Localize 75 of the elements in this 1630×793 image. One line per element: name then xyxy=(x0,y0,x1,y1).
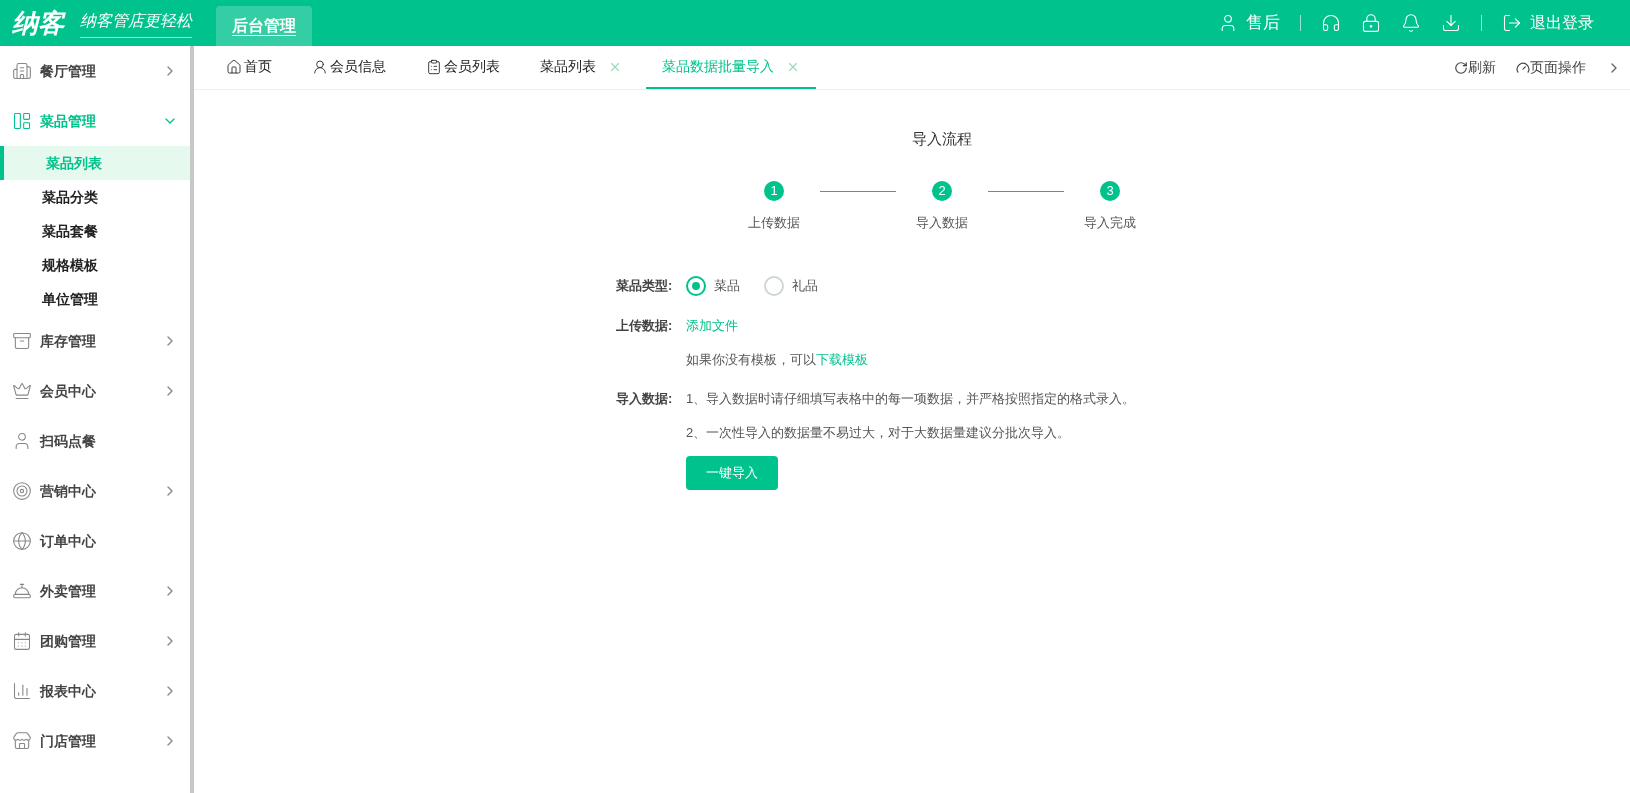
slogan: 纳客管店更轻松 xyxy=(80,8,192,38)
calendar-icon xyxy=(12,631,32,651)
sidebar-item[interactable]: 团购管理 xyxy=(0,616,190,666)
sidebar-item-label: 订单中心 xyxy=(40,531,96,551)
download-icon[interactable] xyxy=(1441,13,1461,33)
page-tab[interactable]: 会员信息 xyxy=(296,46,402,89)
sidebar-subitem[interactable]: 规格模板 xyxy=(0,248,190,282)
page-tab[interactable]: 菜品列表 xyxy=(524,46,638,89)
sidebar-item-label: 门店管理 xyxy=(40,731,96,751)
tab-label: 会员信息 xyxy=(330,57,386,76)
sidebar-subitem[interactable]: 菜品套餐 xyxy=(0,214,190,248)
page-tab[interactable]: 会员列表 xyxy=(410,46,516,89)
form-label: 上传数据: xyxy=(616,317,674,335)
building-icon xyxy=(12,61,32,81)
gauge-icon xyxy=(1516,60,1530,75)
radio-label: 礼品 xyxy=(792,277,818,296)
sidebar-item[interactable]: 门店管理 xyxy=(0,716,190,766)
step-number: 3 xyxy=(1100,180,1120,201)
tab-label: 菜品数据批量导入 xyxy=(662,57,774,76)
bar-chart-icon xyxy=(12,681,32,701)
sidebar-item-label: 菜品管理 xyxy=(40,111,96,131)
sidebar-item-label: 餐厅管理 xyxy=(40,61,96,81)
sidebar-item-label: 库存管理 xyxy=(40,331,96,351)
person-icon xyxy=(312,58,328,75)
archive-box-icon xyxy=(12,331,32,351)
radio-button[interactable] xyxy=(686,276,706,296)
bell-icon[interactable] xyxy=(1401,13,1421,33)
crown-icon xyxy=(12,381,32,401)
step-label: 上传数据 xyxy=(748,213,800,232)
radio-button[interactable] xyxy=(764,276,784,296)
sidebar-item-label: 报表中心 xyxy=(40,681,96,701)
sidebar-subitem[interactable]: 菜品分类 xyxy=(0,180,190,214)
step-label: 导入数据 xyxy=(916,213,968,232)
step-label: 导入完成 xyxy=(1084,213,1136,232)
bell-dome-icon xyxy=(12,581,32,601)
headset-icon[interactable] xyxy=(1321,13,1341,33)
sidebar-item[interactable]: 扫码点餐 xyxy=(0,416,190,466)
store-icon xyxy=(12,731,32,751)
refresh-icon xyxy=(1454,60,1468,75)
sidebar-item[interactable]: 库存管理 xyxy=(0,316,190,366)
sidebar-item[interactable]: 餐厅管理 xyxy=(0,46,190,96)
import-note: 1、导入数据时请仔细填写表格中的每一项数据，并严格按照指定的格式录入。 xyxy=(686,390,1136,408)
clipboard-icon xyxy=(426,58,442,75)
tab-label: 菜品列表 xyxy=(540,57,596,76)
form-label: 菜品类型: xyxy=(616,277,674,296)
refresh-button[interactable]: 刷新 xyxy=(1454,57,1496,78)
import-note: 2、一次性导入的数据量不易过大，对于大数据量建议分批次导入。 xyxy=(686,423,1072,442)
sidebar-item-label: 团购管理 xyxy=(40,631,96,651)
logo: 纳客 xyxy=(12,6,64,40)
target-icon xyxy=(12,481,32,501)
logout-icon xyxy=(1502,13,1522,33)
template-hint: 如果你没有模板，可以下载模板 xyxy=(686,351,868,367)
sidebar-item-label: 外卖管理 xyxy=(40,581,96,601)
sidebar-item[interactable]: 报表中心 xyxy=(0,666,190,716)
radio-label: 菜品 xyxy=(714,277,740,296)
sidebar-subitem[interactable]: 单位管理 xyxy=(0,282,190,316)
step-number: 1 xyxy=(764,180,784,201)
sidebar-item-label: 扫码点餐 xyxy=(40,431,96,451)
section-title: 导入流程 xyxy=(912,129,972,149)
sidebar-item-label: 会员中心 xyxy=(40,381,96,401)
tab-label: 首页 xyxy=(244,57,272,76)
lock-icon[interactable] xyxy=(1361,13,1381,33)
step-number: 2 xyxy=(932,180,952,201)
page-tab[interactable]: 首页 xyxy=(210,46,288,89)
globe-icon xyxy=(12,531,32,551)
sidebar-item[interactable]: 外卖管理 xyxy=(0,566,190,616)
tab-label: 会员列表 xyxy=(444,57,500,76)
sidebar-item[interactable]: 会员中心 xyxy=(0,366,190,416)
sidebar-item[interactable]: 订单中心 xyxy=(0,516,190,566)
sidebar-item[interactable]: 营销中心 xyxy=(0,466,190,516)
form-label: 导入数据: xyxy=(616,390,674,408)
layout-icon xyxy=(12,111,32,131)
page-actions-button[interactable]: 页面操作 xyxy=(1516,57,1586,78)
sidebar-item-label: 营销中心 xyxy=(40,481,96,501)
home-icon xyxy=(226,58,242,75)
